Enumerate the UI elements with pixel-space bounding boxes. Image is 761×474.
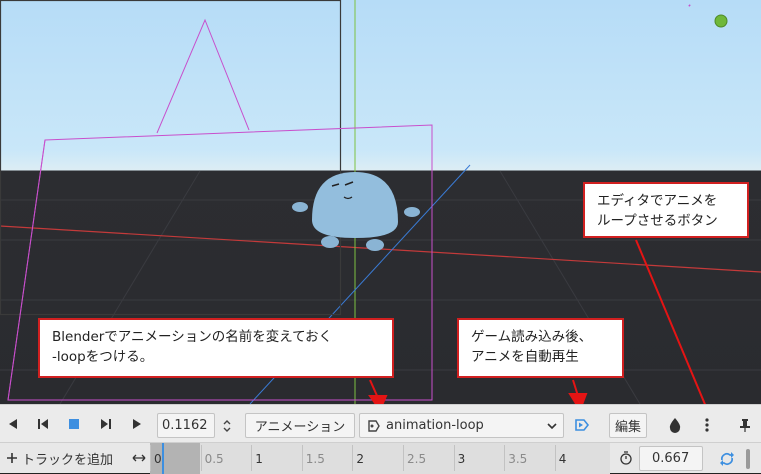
play-backwards-from-end-icon xyxy=(38,419,48,429)
autoplay-button[interactable] xyxy=(572,415,592,435)
ruler-tick-mark xyxy=(504,445,506,471)
ruler-tick-mark xyxy=(403,445,404,471)
timer-icon-wrap xyxy=(617,449,635,467)
ruler-tick-mark xyxy=(453,445,455,471)
animation-length-value: 0.667 xyxy=(652,451,690,466)
play-icon xyxy=(133,419,141,429)
camera-preview-frame xyxy=(0,0,342,316)
sun-gizmo-icon[interactable] xyxy=(714,14,728,28)
animation-toolbar: 0.1162 アニメーション animation-loop 編集 xyxy=(0,404,761,442)
ruler-tick-label: 0 xyxy=(154,452,162,466)
loop-icon xyxy=(720,452,734,466)
zoom-handle[interactable] xyxy=(131,449,147,467)
add-track-label: トラックを追加 xyxy=(22,452,114,468)
ruler-tick-label: 1 xyxy=(255,452,263,466)
spinner-arrows-icon xyxy=(223,419,231,432)
add-track-button[interactable]: トラックを追加 xyxy=(6,448,113,468)
callout-loop-button: エディタでアニメを ループさせるボタン xyxy=(583,182,749,238)
ruler-tick-label: 2.5 xyxy=(407,452,427,466)
current-time-value: 0.1162 xyxy=(162,418,208,433)
animation-icon xyxy=(368,419,380,432)
play-from-start-button[interactable] xyxy=(97,415,115,433)
ruler-tick-label: 4 xyxy=(558,452,567,466)
animation-menu-label: アニメーション xyxy=(254,420,346,435)
play-from-start-icon xyxy=(101,419,111,429)
callout-autoplay: ゲーム読み込み後、 アニメを自動再生 xyxy=(457,318,624,378)
animation-menu-button[interactable]: アニメーション xyxy=(245,413,355,438)
ruler-tick-label: 3.5 xyxy=(508,452,528,466)
plus-icon xyxy=(7,453,17,463)
ruler-tick-mark xyxy=(554,445,556,471)
play-button[interactable] xyxy=(128,415,146,433)
vertical-scrollbar[interactable] xyxy=(746,449,750,469)
ruler-tick-mark xyxy=(301,445,303,471)
stop-icon xyxy=(69,419,79,429)
3d-viewport[interactable]: エディタでアニメを ループさせるボタン Blenderでアニメーションの名前を変… xyxy=(0,0,761,404)
edit-menu-label: 編集 xyxy=(614,420,641,435)
play-backwards-from-end-button[interactable] xyxy=(34,415,52,433)
play-backwards-icon xyxy=(9,419,17,429)
more-options-icon xyxy=(705,418,709,432)
horizontal-resize-icon xyxy=(132,454,146,462)
ruler-tick-label: 1.5 xyxy=(305,452,325,466)
pin-icon xyxy=(740,419,750,432)
animation-select[interactable]: animation-loop xyxy=(359,413,564,438)
edit-menu-button[interactable]: 編集 xyxy=(609,413,647,438)
onion-skin-button[interactable] xyxy=(665,415,685,435)
up-down-spinner[interactable] xyxy=(218,413,236,438)
play-backwards-button[interactable] xyxy=(4,415,22,433)
ruler-tick-label: 2 xyxy=(356,452,365,466)
chevron-down-icon xyxy=(547,423,557,430)
ruler-tick-mark xyxy=(200,445,202,471)
timer-icon xyxy=(620,451,632,465)
timeline-bar: トラックを追加 0 0.5 1 1.5 2 2.5 3 3.5 4 0.667 xyxy=(0,442,761,474)
playhead[interactable] xyxy=(162,443,164,474)
pin-button[interactable] xyxy=(735,415,755,435)
ruler-tick-mark xyxy=(150,445,151,471)
ruler-tick-label: 3 xyxy=(457,452,466,466)
onion-options-button[interactable] xyxy=(697,415,717,435)
stop-button[interactable] xyxy=(65,415,83,433)
ruler-tick-mark xyxy=(251,445,253,471)
timeline-ruler[interactable]: 0 0.5 1 1.5 2 2.5 3 3.5 4 xyxy=(150,443,610,474)
character-model xyxy=(292,172,420,251)
animation-length-field[interactable]: 0.667 xyxy=(639,446,703,471)
onion-skin-icon xyxy=(669,418,681,433)
current-time-field[interactable]: 0.1162 xyxy=(157,413,215,438)
callout-rename-animation: Blenderでアニメーションの名前を変えておく -loopをつける。 xyxy=(38,318,394,378)
selected-animation-name: animation-loop xyxy=(386,418,484,433)
ruler-tick-label: 0.5 xyxy=(204,452,224,466)
ruler-tick-mark xyxy=(352,445,354,471)
loop-toggle-button[interactable] xyxy=(716,448,738,470)
autoplay-icon xyxy=(575,419,590,431)
